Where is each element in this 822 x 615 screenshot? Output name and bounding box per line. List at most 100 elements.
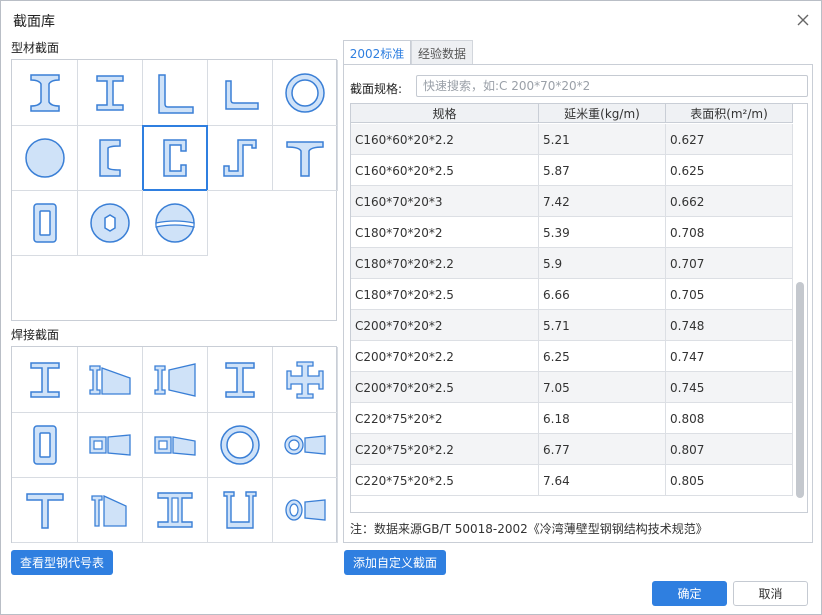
section-library-dialog: 截面库 型材截面 焊接截面 查看型钢代号表 2002标准 经验数据 截面规格: …	[0, 0, 822, 615]
tapered-pipe-icon	[283, 434, 326, 455]
pipe-icon	[284, 72, 325, 113]
welded-section-grid	[11, 346, 338, 543]
table-row[interactable]: C220*75*20*2 6.18 0.808	[351, 403, 793, 434]
cell-area: 0.808	[666, 403, 793, 434]
welded-cell-tapered-t[interactable]	[77, 477, 143, 543]
table-row[interactable]: C200*70*20*2 5.71 0.748	[351, 310, 793, 341]
tapered-t-icon	[90, 494, 127, 527]
tapered-box-slope-icon	[153, 435, 196, 456]
table-row[interactable]: C180*70*20*2 5.39 0.708	[351, 217, 793, 248]
cell-area: 0.805	[666, 465, 793, 496]
cell-weight: 7.42	[539, 186, 666, 217]
profile-cell-t-section[interactable]	[272, 125, 338, 191]
cell-area: 0.707	[666, 248, 793, 279]
cell-spec: C180*70*20*2	[351, 217, 539, 248]
unequal-angle-icon	[224, 79, 259, 110]
h-beam-icon	[95, 74, 124, 111]
table-row[interactable]: C200*70*20*2.2 6.25 0.747	[351, 341, 793, 372]
cell-weight: 7.64	[539, 465, 666, 496]
welded-cell-t[interactable]	[12, 477, 78, 543]
profile-cell-z-section[interactable]	[207, 125, 273, 191]
cell-area: 0.745	[666, 372, 793, 403]
table-row[interactable]: C180*70*20*2.2 5.9 0.707	[351, 248, 793, 279]
sphere-icon	[154, 202, 195, 243]
profile-cell-i-beam[interactable]	[12, 60, 78, 126]
view-codes-button[interactable]: 查看型钢代号表	[11, 550, 113, 575]
tapered-h-icon	[153, 362, 196, 397]
z-section-icon	[222, 138, 257, 177]
welded-box-icon	[32, 424, 57, 465]
table-row[interactable]: C160*70*20*3 7.42 0.662	[351, 186, 793, 217]
welded-cell-cross[interactable]	[272, 347, 338, 413]
cross-section-icon	[285, 360, 324, 399]
welded-cell-tapered-h[interactable]	[142, 347, 208, 413]
cell-spec: C200*70*20*2.5	[351, 372, 539, 403]
column-header-area[interactable]: 表面积(m²/m)	[666, 104, 793, 123]
profile-cell-h-beam[interactable]	[77, 60, 143, 126]
column-header-weight[interactable]: 延米重(kg/m)	[539, 104, 666, 123]
profile-cell-rect-tube[interactable]	[12, 190, 78, 256]
profile-cell-equal-angle[interactable]	[142, 60, 208, 126]
cancel-button[interactable]: 取消	[733, 581, 808, 606]
double-i-icon	[156, 491, 193, 528]
cell-area: 0.627	[666, 124, 793, 155]
cell-weight: 6.18	[539, 403, 666, 434]
welded-cell-tapered-i[interactable]	[77, 347, 143, 413]
profile-cell-c-section[interactable]	[142, 125, 208, 191]
t-section-icon	[285, 140, 324, 177]
search-input[interactable]	[416, 75, 808, 97]
profile-cell-sphere[interactable]	[142, 190, 208, 256]
tab-2002-standard[interactable]: 2002标准	[343, 40, 411, 65]
welded-pipe-icon	[219, 424, 260, 465]
profile-section-grid	[11, 59, 338, 321]
cell-weight: 5.87	[539, 155, 666, 186]
cell-area: 0.662	[666, 186, 793, 217]
cell-spec: C220*75*20*2	[351, 403, 539, 434]
welded-cell-tapered-box[interactable]	[77, 412, 143, 478]
table-row[interactable]: C220*75*20*2.5 7.64 0.805	[351, 465, 793, 496]
profile-cell-channel[interactable]	[77, 125, 143, 191]
data-source-note: 注：数据来源GB/T 50018-2002《冷湾薄壁型钢钢结构技术规范》	[350, 522, 708, 536]
welded-cell-tapered-ellipse[interactable]	[272, 477, 338, 543]
tapered-i-icon	[88, 364, 131, 395]
welded-cell-h[interactable]	[207, 347, 273, 413]
table-row[interactable]: C160*60*20*2.5 5.87 0.625	[351, 155, 793, 186]
search-label: 截面规格:	[350, 82, 403, 96]
tab-empirical-data[interactable]: 经验数据	[411, 40, 473, 65]
cell-weight: 6.25	[539, 341, 666, 372]
profile-cell-round-bar[interactable]	[12, 125, 78, 191]
cell-area: 0.625	[666, 155, 793, 186]
cell-weight: 5.71	[539, 310, 666, 341]
table-scrollbar-thumb[interactable]	[796, 282, 804, 498]
i-beam-icon	[29, 73, 60, 112]
welded-cell-u[interactable]	[207, 477, 273, 543]
welded-cell-tapered-pipe[interactable]	[272, 412, 338, 478]
add-custom-section-button[interactable]: 添加自定义截面	[344, 550, 446, 575]
welded-i-icon	[29, 361, 60, 398]
welded-cell-i[interactable]	[12, 347, 78, 413]
table-row[interactable]: C160*60*20*2.2 5.21 0.627	[351, 124, 793, 155]
welded-cell-tapered-box-slope[interactable]	[142, 412, 208, 478]
welded-cell-double-i[interactable]	[142, 477, 208, 543]
table-row[interactable]: C220*75*20*2.2 6.77 0.807	[351, 434, 793, 465]
cell-spec: C160*60*20*2.2	[351, 124, 539, 155]
profile-cell-hex-nut[interactable]	[77, 190, 143, 256]
cell-spec: C220*75*20*2.2	[351, 434, 539, 465]
cell-spec: C200*70*20*2.2	[351, 341, 539, 372]
welded-cell-box[interactable]	[12, 412, 78, 478]
table-row[interactable]: C180*70*20*2.5 6.66 0.705	[351, 279, 793, 310]
cell-weight: 6.66	[539, 279, 666, 310]
close-icon[interactable]	[795, 12, 811, 28]
welded-cell-pipe[interactable]	[207, 412, 273, 478]
c-section-icon	[162, 138, 187, 177]
hex-nut-icon	[89, 202, 130, 243]
profile-cell-pipe[interactable]	[272, 60, 338, 126]
section-spec-panel: 截面规格: 规格 延米重(kg/m) 表面积(m²/m) C160*60*20*…	[343, 64, 813, 543]
round-bar-icon	[24, 137, 65, 178]
ok-button[interactable]: 确定	[652, 581, 727, 606]
table-row[interactable]: C200*70*20*2.5 7.05 0.745	[351, 372, 793, 403]
profile-cell-unequal-angle[interactable]	[207, 60, 273, 126]
cell-spec: C200*70*20*2	[351, 310, 539, 341]
welded-t-icon	[25, 492, 64, 529]
column-header-spec[interactable]: 规格	[351, 104, 539, 123]
